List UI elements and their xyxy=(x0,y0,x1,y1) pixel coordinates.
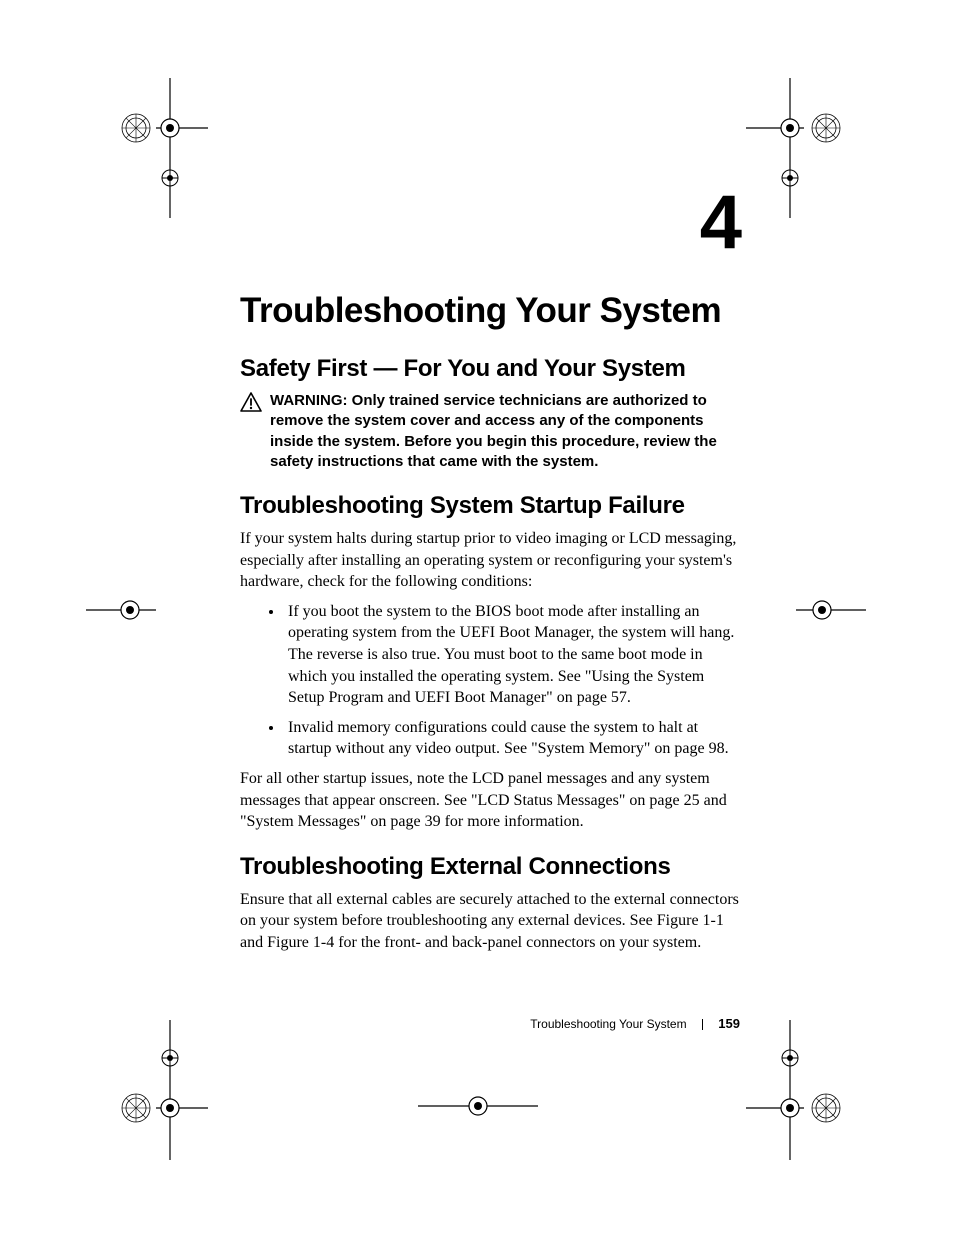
list-item: Invalid memory configurations could caus… xyxy=(284,717,740,760)
section-heading: Troubleshooting External Connections xyxy=(240,853,740,881)
registration-mark-bottom-right xyxy=(746,1020,846,1160)
page: 4 Troubleshooting Your System Safety Fir… xyxy=(0,0,954,1235)
chapter-title: Troubleshooting Your System xyxy=(240,291,740,331)
bullet-list: If you boot the system to the BIOS boot … xyxy=(240,601,740,760)
page-number: 159 xyxy=(718,1016,740,1031)
registration-mark-top-right xyxy=(746,78,846,218)
paragraph: Ensure that all external cables are secu… xyxy=(240,889,740,954)
page-footer: Troubleshooting Your System 159 xyxy=(240,1016,740,1031)
warning-label: WARNING: xyxy=(270,392,348,409)
warning-icon xyxy=(240,392,262,417)
registration-mark-mid-right xyxy=(796,580,866,640)
chapter-number: 4 xyxy=(240,185,740,261)
warning-text: WARNING: Only trained service technician… xyxy=(270,391,740,472)
section-safety: Safety First — For You and Your System W… xyxy=(240,355,740,472)
page-content: 4 Troubleshooting Your System Safety Fir… xyxy=(240,185,740,974)
registration-mark-bottom-left xyxy=(118,1020,208,1160)
registration-mark-bottom-center xyxy=(418,1076,538,1136)
section-heading: Troubleshooting System Startup Failure xyxy=(240,492,740,520)
section-heading: Safety First — For You and Your System xyxy=(240,355,740,383)
paragraph: For all other startup issues, note the L… xyxy=(240,768,740,833)
list-item: If you boot the system to the BIOS boot … xyxy=(284,601,740,709)
footer-title: Troubleshooting Your System xyxy=(530,1017,686,1031)
registration-mark-mid-left xyxy=(86,580,156,640)
warning-block: WARNING: Only trained service technician… xyxy=(240,391,740,472)
footer-separator xyxy=(702,1019,703,1030)
section-startup: Troubleshooting System Startup Failure I… xyxy=(240,492,740,833)
section-external: Troubleshooting External Connections Ens… xyxy=(240,853,740,954)
registration-mark-top-left xyxy=(118,78,208,218)
paragraph: If your system halts during startup prio… xyxy=(240,528,740,593)
